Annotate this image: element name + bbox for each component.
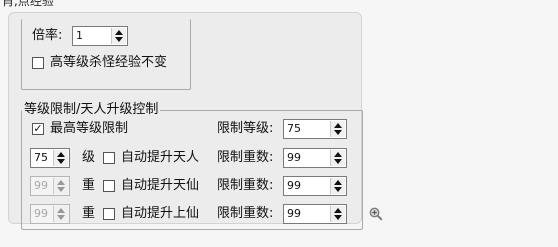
max-level-label: 最高等级限制 [50,121,129,136]
auto-shangxian-label: 自动提升上仙 [121,206,200,221]
spin-down-icon[interactable] [334,130,342,135]
row-value: 99 [34,179,48,192]
spin-down-icon[interactable] [57,159,65,164]
zoom-in-icon[interactable] [369,207,383,221]
row-limit-spin-buttons[interactable] [330,150,345,166]
settings-panel: 倍率: 1 高等级杀怪经验不变 等级限制/天人升级控制 ✓ 最高等级限制 限制等… [8,12,363,230]
spin-up-icon[interactable] [334,208,342,213]
row-unit-label: 级 [82,150,96,165]
spin-down-icon[interactable] [115,37,123,42]
spin-down-icon[interactable] [334,215,342,220]
limit-level-spin-buttons[interactable] [330,121,345,137]
highlevel-exp-label: 高等级杀怪经验不变 [50,55,168,70]
limit-tiers-label: 限制重数: [217,178,274,193]
row-spin-buttons[interactable] [53,206,68,222]
level-limit-legend: 等级限制/天人升级控制 [24,102,159,117]
row-limit-spin-buttons[interactable] [330,178,345,194]
row-limit-value: 99 [287,179,301,192]
shangxian-limit-spinbox[interactable]: 99 [283,204,347,224]
row-value: 75 [34,151,48,164]
section-title-fragment: 肖,点经验 [0,0,56,8]
level-limit-group: 等级限制/天人升级控制 ✓ 最高等级限制 限制等级: 75 75 级 自动提升天… [21,103,363,230]
limit-level-label: 限制等级: [217,121,274,136]
highlevel-exp-checkbox[interactable] [32,57,44,69]
shangxian-tier-spinbox[interactable]: 99 [30,204,70,224]
tianxian-limit-spinbox[interactable]: 99 [283,176,347,196]
row-spin-buttons[interactable] [53,178,68,194]
rate-label: 倍率: [32,28,63,43]
limit-tiers-label: 限制重数: [217,150,274,165]
spin-up-icon[interactable] [334,123,342,128]
auto-tianren-label: 自动提升天人 [121,150,200,165]
rate-group: 倍率: 1 高等级杀怪经验不变 [21,19,191,90]
spin-up-icon[interactable] [57,152,65,157]
spin-up-icon[interactable] [57,180,65,185]
spin-up-icon[interactable] [115,30,123,35]
max-level-checkbox[interactable]: ✓ [32,123,44,135]
row-unit-label: 重 [82,206,96,221]
auto-tianxian-checkbox[interactable] [103,180,115,192]
tianren-level-spinbox[interactable]: 75 [30,148,70,168]
rate-spin-buttons[interactable] [111,28,126,44]
row-spin-buttons[interactable] [53,150,68,166]
spin-up-icon[interactable] [57,208,65,213]
rate-spinbox[interactable]: 1 [72,26,128,46]
tianxian-tier-spinbox[interactable]: 99 [30,176,70,196]
tianren-limit-spinbox[interactable]: 99 [283,148,347,168]
spin-down-icon[interactable] [334,187,342,192]
row-value: 99 [34,207,48,220]
spin-down-icon[interactable] [57,187,65,192]
row-limit-value: 99 [287,151,301,164]
auto-tianren-checkbox[interactable] [103,152,115,164]
spin-up-icon[interactable] [334,180,342,185]
row-unit-label: 重 [82,178,96,193]
row-limit-spin-buttons[interactable] [330,206,345,222]
limit-level-spinbox[interactable]: 75 [283,119,347,139]
limit-tiers-label: 限制重数: [217,206,274,221]
auto-shangxian-checkbox[interactable] [103,208,115,220]
limit-level-value: 75 [287,122,301,135]
spin-down-icon[interactable] [334,159,342,164]
auto-tianxian-label: 自动提升天仙 [121,178,200,193]
row-limit-value: 99 [287,207,301,220]
spin-down-icon[interactable] [57,215,65,220]
rate-value: 1 [76,29,83,42]
spin-up-icon[interactable] [334,152,342,157]
